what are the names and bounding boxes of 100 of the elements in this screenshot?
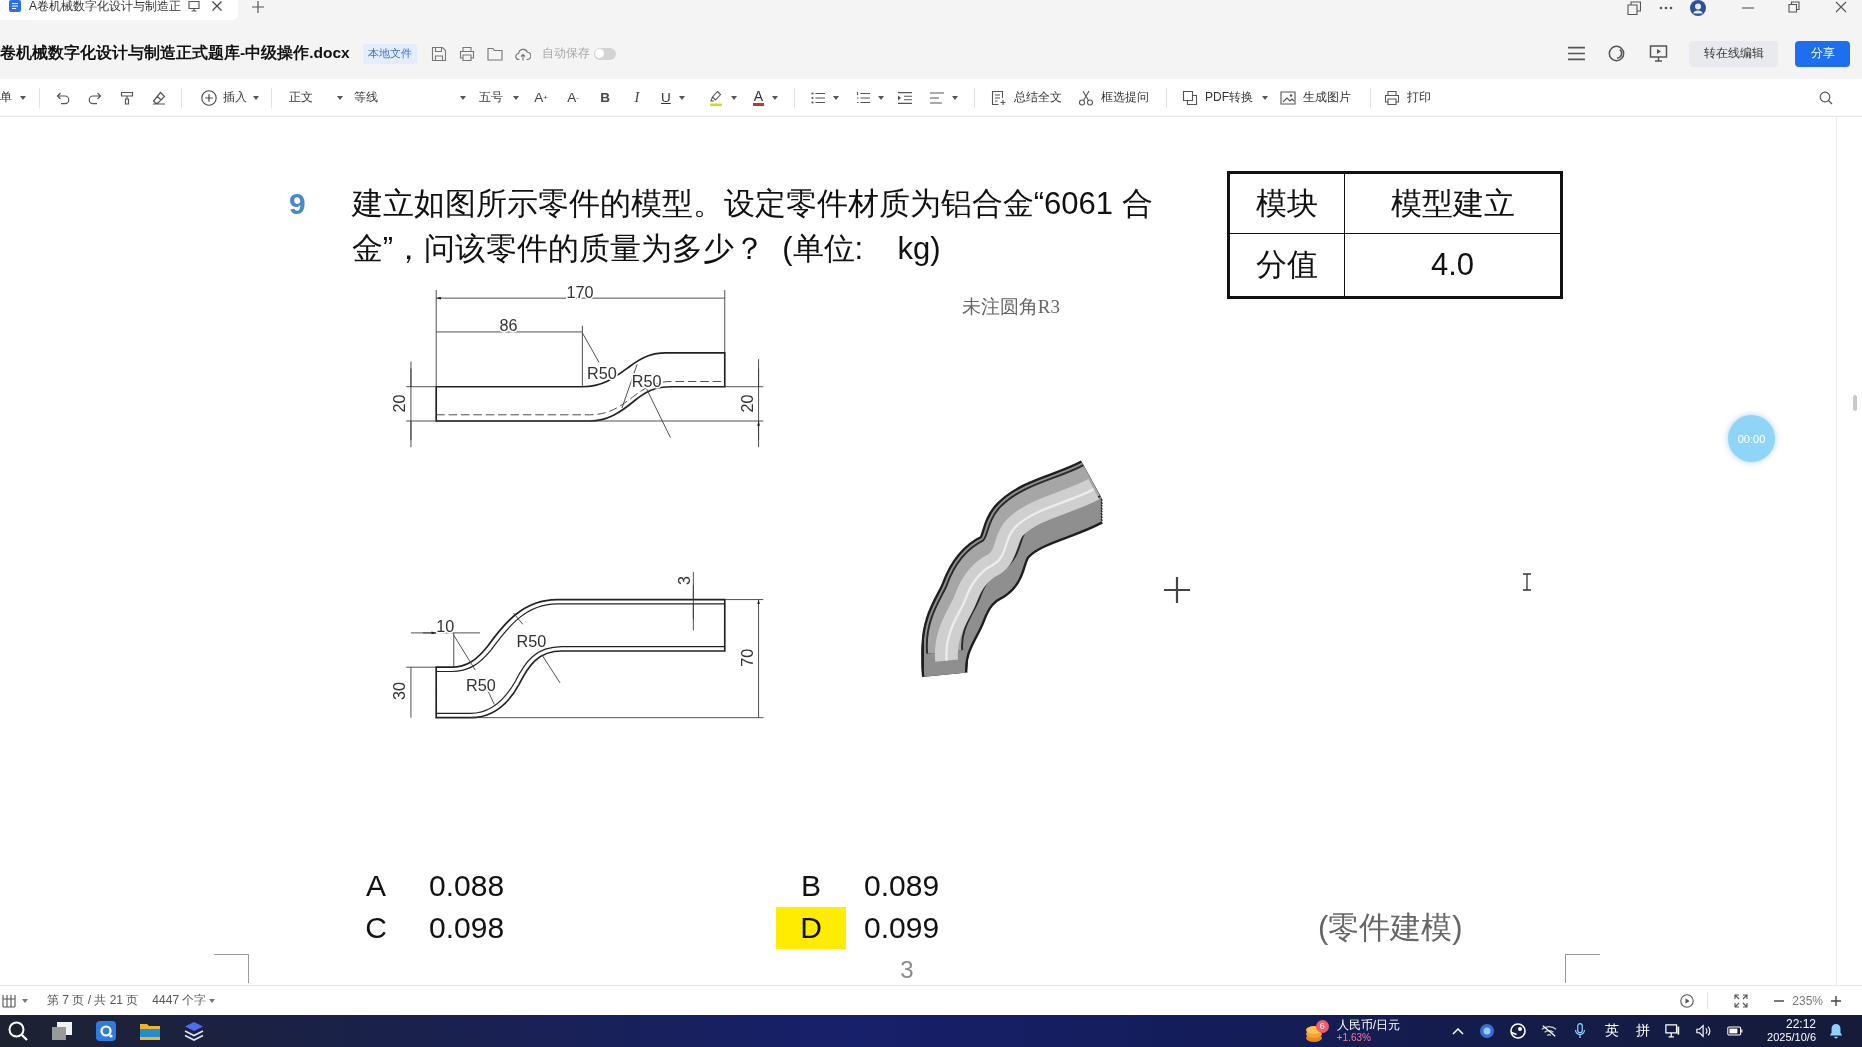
pdf-convert-button[interactable]: PDF转换 bbox=[1182, 84, 1269, 111]
dimension-label: 3 bbox=[674, 576, 693, 586]
grow-font-button[interactable]: A$^{+}$ bbox=[525, 84, 557, 111]
save-icon[interactable] bbox=[430, 45, 447, 62]
undo-icon[interactable] bbox=[56, 90, 70, 105]
scrollbar-thumb[interactable] bbox=[1853, 395, 1857, 411]
caret-icon[interactable] bbox=[878, 95, 885, 100]
online-edit-button[interactable]: 转在线编辑 bbox=[1689, 40, 1778, 67]
page-count[interactable]: 第 7 页 / 共 21 页 bbox=[47, 992, 139, 1009]
scissors-icon bbox=[1078, 89, 1095, 106]
zoom-level[interactable]: 235% bbox=[1792, 993, 1823, 1008]
image-icon bbox=[1280, 89, 1297, 106]
font-dropdown[interactable]: 等线 bbox=[354, 84, 466, 111]
menu-dropdown[interactable]: 单 bbox=[0, 84, 26, 111]
corner-mark bbox=[1565, 954, 1600, 983]
question-text: 建立如图所示零件的模型。设定零件材质为铝合金“6061 合金”，问该零件的质量为多少？ (单位: kg) bbox=[351, 185, 1154, 268]
caret-icon[interactable] bbox=[833, 95, 840, 100]
option-letter: B bbox=[801, 868, 821, 904]
circle-logo-icon[interactable] bbox=[1510, 1023, 1527, 1039]
shrink-font-button[interactable]: A$^{-}$ bbox=[557, 84, 589, 111]
dimension-label: 10 bbox=[436, 617, 455, 636]
minus-icon[interactable] bbox=[1774, 999, 1785, 1002]
caret-icon[interactable] bbox=[22, 998, 28, 1003]
plus-icon[interactable] bbox=[1831, 995, 1841, 1006]
caret-icon[interactable] bbox=[952, 95, 959, 100]
bullet-list-icon[interactable] bbox=[811, 90, 826, 105]
chevron-up-icon[interactable] bbox=[1452, 1027, 1465, 1035]
autosave-toggle[interactable] bbox=[593, 47, 616, 60]
close-icon[interactable] bbox=[211, 0, 223, 12]
dimension-label: 20 bbox=[390, 394, 409, 413]
clock-date[interactable]: 2025/10/6 bbox=[1767, 1031, 1816, 1044]
fullscreen-icon[interactable] bbox=[1734, 993, 1749, 1008]
widget-change: +1.63% bbox=[1336, 1032, 1372, 1044]
copy-icon bbox=[1182, 89, 1199, 106]
numbered-list-icon[interactable] bbox=[856, 90, 871, 105]
more-icon[interactable] bbox=[1659, 6, 1673, 10]
plus-icon[interactable] bbox=[252, 1, 264, 13]
task-view-icon[interactable] bbox=[52, 1021, 72, 1041]
presentation-icon[interactable] bbox=[1649, 45, 1668, 62]
close-icon[interactable] bbox=[1835, 1, 1847, 13]
generate-image-button[interactable]: 生成图片 bbox=[1280, 84, 1352, 111]
ask-button[interactable]: 框选提问 bbox=[1078, 84, 1150, 111]
format-painter-icon[interactable] bbox=[120, 90, 134, 105]
page-number: 3 bbox=[900, 955, 914, 985]
insert-button[interactable]: 插入 bbox=[201, 84, 259, 111]
columns-icon[interactable] bbox=[2, 993, 16, 1008]
option-value: 0.099 bbox=[864, 911, 940, 945]
style-dropdown[interactable]: 正文 bbox=[289, 84, 343, 111]
battery-icon[interactable] bbox=[1727, 1023, 1744, 1039]
square-stack-icon[interactable] bbox=[1627, 1, 1641, 15]
italic-button[interactable]: I bbox=[621, 84, 653, 111]
caret-icon[interactable] bbox=[730, 95, 737, 100]
input-mode[interactable]: 拼 bbox=[1636, 1022, 1651, 1040]
avatar-icon[interactable] bbox=[1690, 0, 1706, 16]
text-cursor-icon bbox=[1522, 573, 1532, 591]
dimension-label: 30 bbox=[390, 682, 409, 700]
option-value: 0.098 bbox=[429, 911, 505, 945]
folder-icon[interactable] bbox=[486, 45, 503, 62]
bell-icon[interactable] bbox=[1828, 1023, 1844, 1039]
local-file-badge: 本地文件 bbox=[362, 43, 417, 64]
option-value: 0.089 bbox=[864, 869, 940, 903]
caret-icon bbox=[513, 95, 519, 100]
redo-icon[interactable] bbox=[88, 90, 102, 105]
summarize-button[interactable]: 总结全文 bbox=[991, 84, 1063, 111]
word-count[interactable]: 4447 个字 bbox=[152, 992, 216, 1009]
play-circle-icon[interactable] bbox=[1680, 993, 1695, 1008]
share-button[interactable]: 分享 bbox=[1795, 40, 1850, 67]
ring-icon[interactable] bbox=[1607, 45, 1626, 62]
print-button[interactable]: 打印 bbox=[1384, 84, 1432, 111]
layers-icon[interactable] bbox=[184, 1021, 204, 1041]
caret-icon bbox=[772, 95, 779, 100]
disc-icon[interactable] bbox=[1479, 1023, 1496, 1039]
volume-icon[interactable] bbox=[1696, 1023, 1713, 1039]
dimension-label: R50 bbox=[466, 676, 496, 695]
dimension-label: R50 bbox=[587, 364, 617, 383]
print-icon[interactable] bbox=[458, 45, 475, 62]
input-mode[interactable]: 英 bbox=[1605, 1022, 1620, 1040]
eraser-icon[interactable] bbox=[152, 90, 166, 105]
menu-icon[interactable] bbox=[1567, 45, 1586, 62]
widget-title[interactable]: 人民币/日元 bbox=[1336, 1018, 1401, 1032]
display-icon[interactable] bbox=[1665, 1023, 1682, 1039]
underline-button[interactable]: U bbox=[653, 84, 685, 111]
coin-stack-icon[interactable] bbox=[1304, 1023, 1323, 1043]
app-icon[interactable] bbox=[96, 1021, 116, 1041]
bold-button[interactable]: B bbox=[589, 84, 621, 111]
monitor-icon[interactable] bbox=[188, 0, 200, 12]
restore-icon[interactable] bbox=[1788, 1, 1800, 13]
table-cell: 模块 bbox=[1228, 172, 1345, 234]
font-size-dropdown[interactable]: 五号 bbox=[479, 84, 519, 111]
clock-time[interactable]: 22:12 bbox=[1785, 1018, 1816, 1031]
document-tab[interactable]: A卷机械数字化设计与制造正 bbox=[0, 0, 238, 20]
network-off-icon[interactable] bbox=[1541, 1023, 1558, 1039]
caret-icon bbox=[337, 95, 343, 100]
search-icon[interactable] bbox=[1819, 90, 1833, 105]
font-color-button[interactable]: A bbox=[752, 84, 779, 111]
highlighter-icon[interactable] bbox=[708, 89, 723, 106]
folder-icon[interactable] bbox=[140, 1021, 160, 1041]
indent-icon[interactable] bbox=[898, 90, 913, 105]
document-icon bbox=[991, 89, 1008, 106]
search-icon[interactable] bbox=[8, 1021, 28, 1041]
